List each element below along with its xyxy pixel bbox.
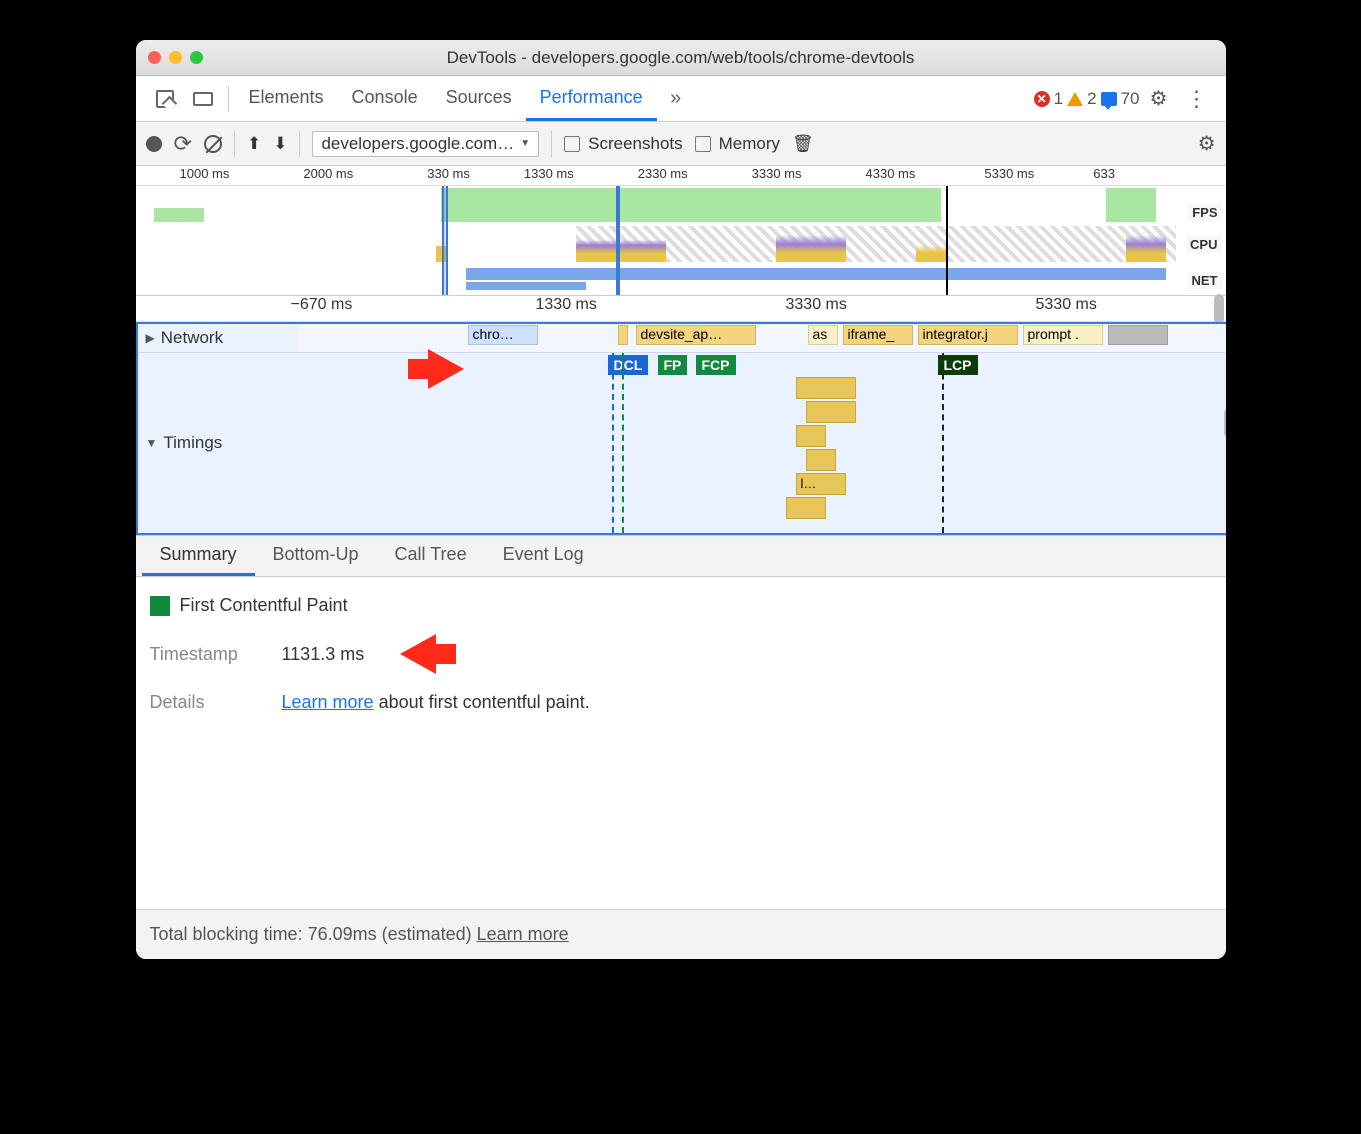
memory-toggle[interactable]: Memory <box>695 134 780 154</box>
overview-left-handle[interactable] <box>442 186 448 295</box>
warning-icon <box>1067 92 1083 106</box>
blocking-time-text: Total blocking time: 76.09ms (estimated) <box>150 924 477 944</box>
cpu-lane-label: CPU <box>1186 236 1221 253</box>
timing-bar[interactable] <box>796 377 856 399</box>
network-item[interactable]: prompt . <box>1023 325 1103 345</box>
fps-lane-label: FPS <box>1188 204 1221 221</box>
network-item[interactable]: as <box>808 325 838 345</box>
capture-selector-label: developers.google.com… <box>321 134 514 154</box>
scrollbar-thumb[interactable] <box>1224 408 1226 438</box>
network-item[interactable] <box>618 325 628 345</box>
network-item[interactable]: devsite_ap… <box>636 325 756 345</box>
tab-console[interactable]: Console <box>338 76 432 121</box>
bottom-up-tab[interactable]: Bottom-Up <box>255 536 377 576</box>
network-item[interactable]: iframe_ <box>843 325 913 345</box>
kebab-menu-icon[interactable]: ⋮ <box>1178 76 1216 121</box>
timing-bar[interactable] <box>806 449 836 471</box>
details-label: Details <box>150 692 260 713</box>
event-title: First Contentful Paint <box>180 595 348 616</box>
window-title: DevTools - developers.google.com/web/too… <box>136 48 1226 68</box>
call-tree-tab[interactable]: Call Tree <box>377 536 485 576</box>
fp-marker[interactable]: FP <box>658 355 688 375</box>
event-color-swatch <box>150 596 170 616</box>
net-lane-label: NET <box>1188 272 1222 289</box>
error-icon: ✕ <box>1034 91 1050 107</box>
overview-ruler: 1000 ms 2000 ms 330 ms 1330 ms 2330 ms 3… <box>136 166 1226 186</box>
timing-bar[interactable] <box>796 425 826 447</box>
learn-more-link[interactable]: Learn more <box>282 692 374 712</box>
capture-settings-gear-icon[interactable]: ⚙ <box>1198 131 1216 156</box>
summary-tab[interactable]: Summary <box>142 536 255 576</box>
footer-learn-more-link[interactable]: Learn more <box>477 924 569 944</box>
flame-tracks: Network chro… devsite_ap… as iframe_ int… <box>136 322 1226 535</box>
annotation-arrow-icon <box>400 634 436 674</box>
overview-pane[interactable]: 1000 ms 2000 ms 330 ms 1330 ms 2330 ms 3… <box>136 166 1226 296</box>
error-count: 1 <box>1054 89 1063 109</box>
inspect-element-icon[interactable] <box>146 76 184 121</box>
tab-sources[interactable]: Sources <box>432 76 526 121</box>
overview-marker[interactable] <box>616 186 620 295</box>
event-log-tab[interactable]: Event Log <box>485 536 602 576</box>
record-button[interactable] <box>146 136 162 152</box>
timestamp-label: Timestamp <box>150 644 260 665</box>
lcp-marker[interactable]: LCP <box>938 355 978 375</box>
status-footer: Total blocking time: 76.09ms (estimated)… <box>136 909 1226 959</box>
network-item[interactable] <box>1108 325 1168 345</box>
timing-bar[interactable] <box>806 401 856 423</box>
details-tabs: Summary Bottom-Up Call Tree Event Log <box>136 535 1226 577</box>
summary-pane: First Contentful Paint Timestamp 1131.3 … <box>136 577 1226 749</box>
network-track-label[interactable]: Network <box>138 324 298 352</box>
network-item[interactable]: integrator.j <box>918 325 1018 345</box>
warning-count: 2 <box>1087 89 1096 109</box>
timings-track[interactable]: Timings DCL FP FCP LCP l… <box>138 353 1226 533</box>
screenshots-checkbox[interactable] <box>564 136 580 152</box>
save-profile-icon[interactable] <box>273 134 287 154</box>
tab-performance[interactable]: Performance <box>526 76 657 121</box>
console-counts[interactable]: ✕ 1 2 70 <box>1034 89 1140 109</box>
scrollbar-thumb[interactable] <box>1214 294 1224 324</box>
reload-record-button[interactable] <box>174 131 192 157</box>
performance-toolbar: developers.google.com… Screenshots Memor… <box>136 122 1226 166</box>
devtools-panel-tabs: Elements Console Sources Performance ✕ 1… <box>136 76 1226 122</box>
garbage-collect-icon[interactable] <box>792 134 814 154</box>
network-track[interactable]: Network chro… devsite_ap… as iframe_ int… <box>138 324 1226 353</box>
overflow-tabs-icon[interactable] <box>657 76 695 121</box>
dcl-marker[interactable]: DCL <box>608 355 649 375</box>
fcp-marker[interactable]: FCP <box>696 355 736 375</box>
timing-bar[interactable]: l… <box>796 473 846 495</box>
capture-selector[interactable]: developers.google.com… <box>312 131 539 157</box>
load-profile-icon[interactable] <box>247 134 261 154</box>
titlebar: DevTools - developers.google.com/web/too… <box>136 40 1226 76</box>
tab-elements[interactable]: Elements <box>235 76 338 121</box>
flame-ruler[interactable]: −670 ms 1330 ms 3330 ms 5330 ms <box>136 296 1226 322</box>
message-icon <box>1101 92 1117 106</box>
clear-button[interactable] <box>204 135 222 153</box>
network-item[interactable]: chro… <box>468 325 538 345</box>
message-count: 70 <box>1121 89 1140 109</box>
settings-gear-icon[interactable]: ⚙ <box>1140 76 1178 121</box>
screenshots-toggle[interactable]: Screenshots <box>564 134 683 154</box>
annotation-arrow-icon <box>428 349 464 389</box>
timestamp-value: 1131.3 ms <box>282 644 365 665</box>
timings-track-label[interactable]: Timings <box>138 353 298 533</box>
memory-checkbox[interactable] <box>695 136 711 152</box>
devtools-window: DevTools - developers.google.com/web/too… <box>136 40 1226 959</box>
device-toolbar-icon[interactable] <box>184 76 222 121</box>
timing-bar[interactable] <box>786 497 826 519</box>
